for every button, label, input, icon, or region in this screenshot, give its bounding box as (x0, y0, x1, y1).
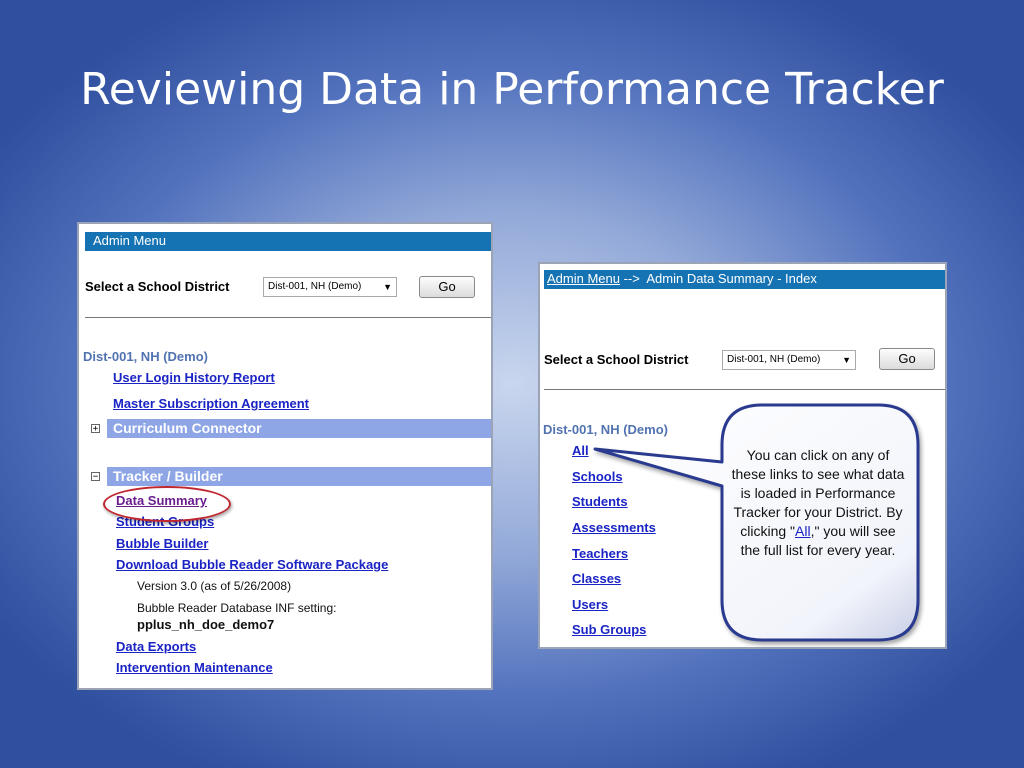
go-button[interactable]: Go (419, 276, 475, 298)
callout-all-link: All (795, 523, 811, 539)
breadcrumb-current: --> Admin Data Summary - Index (619, 271, 817, 286)
select-district-label: Select a School District (544, 352, 689, 367)
download-bubble-reader-link[interactable]: Download Bubble Reader Software Package (116, 557, 388, 572)
district-select[interactable]: Dist-001, NH (Demo) ▼ (263, 277, 397, 297)
breadcrumb-admin-menu-link[interactable]: Admin Menu (547, 271, 620, 286)
inf-setting-label: Bubble Reader Database INF setting: (137, 601, 337, 615)
go-button[interactable]: Go (879, 348, 935, 370)
chevron-down-icon: ▼ (842, 355, 851, 365)
district-select[interactable]: Dist-001, NH (Demo) ▼ (722, 350, 856, 370)
user-login-history-link[interactable]: User Login History Report (113, 370, 275, 385)
version-text: Version 3.0 (as of 5/26/2008) (137, 579, 292, 593)
chevron-down-icon: ▼ (383, 282, 392, 292)
admin-menu-header: Admin Menu (85, 232, 491, 251)
district-select-value: Dist-001, NH (Demo) (727, 354, 821, 365)
section-curriculum-connector[interactable]: Curriculum Connector (107, 419, 491, 438)
intervention-maintenance-link[interactable]: Intervention Maintenance (116, 660, 273, 675)
bubble-builder-link[interactable]: Bubble Builder (116, 536, 208, 551)
breadcrumb: Admin Menu --> Admin Data Summary - Inde… (544, 270, 945, 289)
callout-text: You can click on any of these links to s… (731, 447, 905, 558)
inf-setting-value: pplus_nh_doe_demo7 (137, 617, 275, 632)
all-link[interactable]: All (572, 443, 589, 458)
teachers-link[interactable]: Teachers (572, 546, 628, 561)
section-tracker-builder[interactable]: Tracker / Builder (107, 467, 491, 486)
users-link[interactable]: Users (572, 597, 608, 612)
highlight-ring (103, 486, 231, 522)
data-exports-link[interactable]: Data Exports (116, 639, 196, 654)
district-select-value: Dist-001, NH (Demo) (268, 281, 362, 292)
district-name: Dist-001, NH (Demo) (543, 422, 668, 437)
slide-title: Reviewing Data in Performance Tracker (80, 64, 944, 115)
collapse-icon[interactable]: − (91, 472, 100, 482)
divider (85, 317, 491, 318)
divider (544, 389, 945, 390)
classes-link[interactable]: Classes (572, 571, 621, 586)
schools-link[interactable]: Schools (572, 469, 623, 484)
assessments-link[interactable]: Assessments (572, 520, 656, 535)
expand-icon[interactable]: + (91, 424, 100, 434)
select-district-label: Select a School District (85, 279, 230, 294)
admin-menu-screenshot: Admin Menu Select a School District Dist… (77, 222, 493, 690)
students-link[interactable]: Students (572, 494, 628, 509)
sub-groups-link[interactable]: Sub Groups (572, 622, 646, 637)
district-name: Dist-001, NH (Demo) (83, 349, 208, 364)
master-subscription-link[interactable]: Master Subscription Agreement (113, 396, 309, 411)
